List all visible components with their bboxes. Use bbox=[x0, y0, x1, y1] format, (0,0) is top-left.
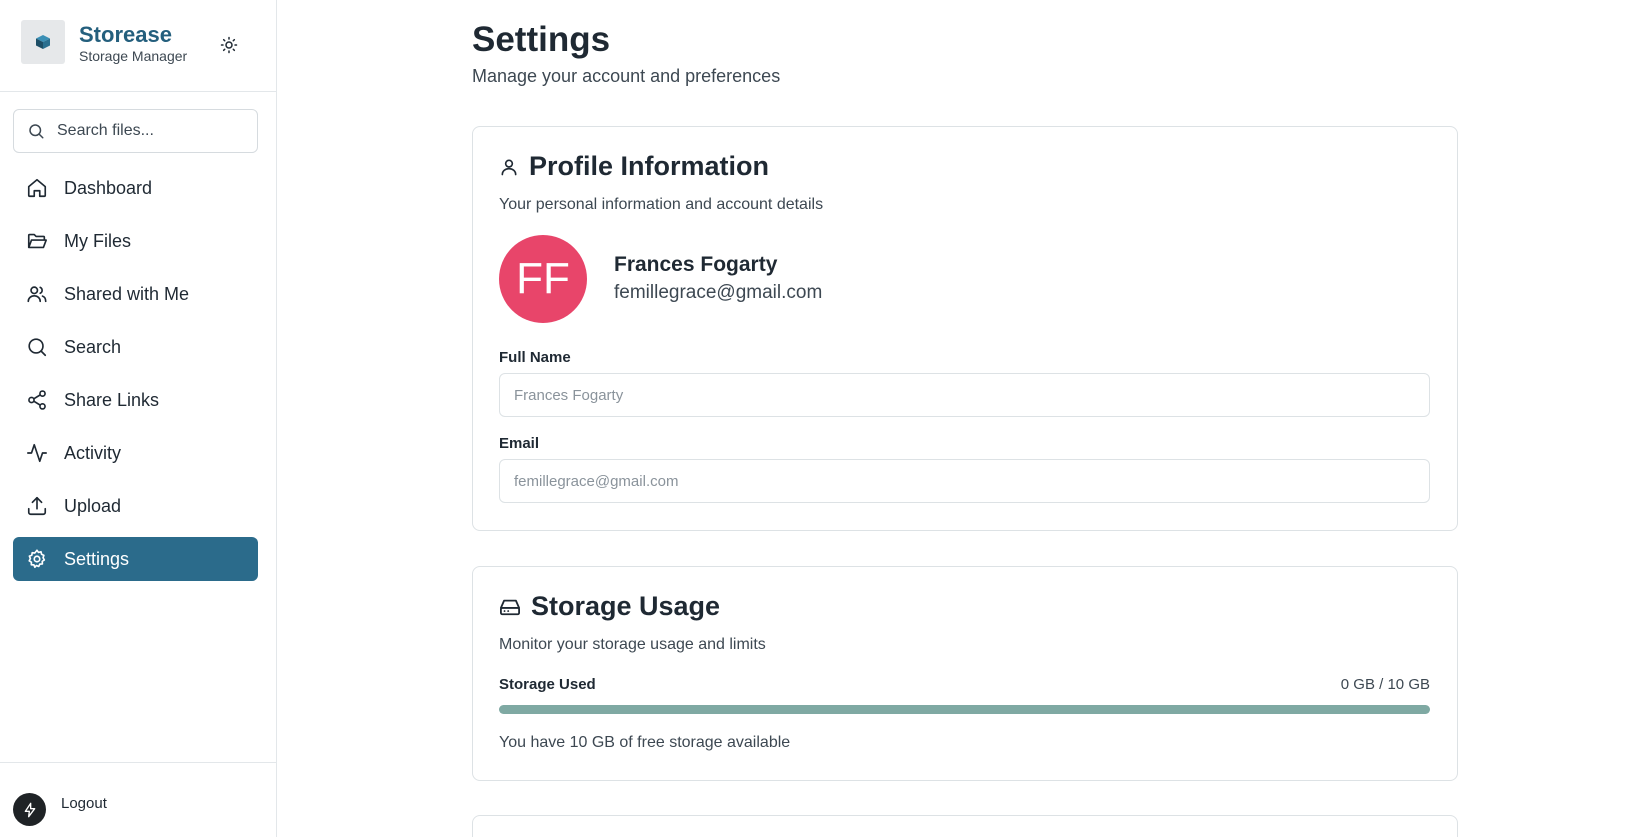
brand-header: Storease Storage Manager bbox=[0, 0, 276, 92]
users-icon bbox=[26, 283, 48, 305]
page-subtitle: Manage your account and preferences bbox=[472, 66, 781, 86]
sidebar-item-share-links[interactable]: Share Links bbox=[13, 378, 258, 422]
folder-open-icon bbox=[26, 230, 48, 252]
email-label: Email bbox=[499, 435, 540, 452]
full-name-field[interactable] bbox=[499, 373, 1430, 417]
page-title: Settings bbox=[472, 20, 611, 59]
user-icon bbox=[501, 159, 517, 175]
sidebar-item-my-files[interactable]: My Files bbox=[13, 219, 258, 263]
storage-progress-bar bbox=[499, 705, 1430, 714]
profile-card: Profile Information Your personal inform… bbox=[472, 126, 1458, 531]
storage-card-header: Storage Usage bbox=[499, 591, 720, 622]
cube-logo-icon bbox=[36, 35, 50, 49]
sidebar-item-upload[interactable]: Upload bbox=[13, 484, 258, 528]
main-content: Settings Manage your account and prefere… bbox=[278, 0, 1646, 837]
profile-card-header: Profile Information bbox=[499, 151, 769, 182]
sidebar: Storease Storage Manager Dashboard bbox=[0, 0, 277, 837]
storage-used-label: Storage Used bbox=[499, 676, 596, 693]
app-name: Storease bbox=[79, 22, 172, 47]
profile-email: femillegrace@gmail.com bbox=[614, 282, 823, 303]
sidebar-item-label: My Files bbox=[64, 230, 131, 251]
avatar: FF bbox=[499, 235, 587, 323]
theme-toggle-button[interactable] bbox=[216, 32, 242, 58]
share-icon bbox=[26, 389, 48, 411]
sidebar-footer: Logout bbox=[0, 762, 276, 837]
activity-icon bbox=[26, 442, 48, 464]
sidebar-item-label: Dashboard bbox=[64, 177, 153, 198]
hard-drive-icon bbox=[499, 599, 520, 615]
storage-card-description: Monitor your storage usage and limits bbox=[499, 636, 766, 653]
search-icon bbox=[26, 336, 48, 358]
sun-icon bbox=[220, 36, 238, 54]
search-icon bbox=[29, 124, 44, 139]
gear-icon bbox=[26, 548, 48, 570]
profile-name: Frances Fogarty bbox=[614, 253, 778, 276]
sidebar-search[interactable] bbox=[13, 109, 258, 153]
sidebar-item-label: Search bbox=[64, 336, 122, 357]
app-logo bbox=[21, 20, 65, 64]
storage-free-note: You have 10 GB of free storage available bbox=[499, 734, 791, 751]
sidebar-item-label: Upload bbox=[64, 495, 122, 516]
sidebar-item-label: Settings bbox=[64, 548, 130, 569]
sidebar-item-label: Share Links bbox=[64, 389, 160, 410]
sidebar-item-label: Activity bbox=[64, 442, 122, 463]
search-input[interactable] bbox=[57, 122, 247, 140]
storage-card-title: Storage Usage bbox=[531, 591, 721, 621]
full-name-label: Full Name bbox=[499, 349, 571, 366]
upload-icon bbox=[26, 495, 48, 517]
sidebar-item-search[interactable]: Search bbox=[13, 325, 258, 369]
app-subtitle: Storage Manager bbox=[79, 48, 188, 64]
sidebar-item-settings[interactable]: Settings bbox=[13, 537, 258, 581]
email-field[interactable] bbox=[499, 459, 1430, 503]
sidebar-item-dashboard[interactable]: Dashboard bbox=[13, 166, 258, 210]
sidebar-item-label: Shared with Me bbox=[64, 283, 190, 304]
next-settings-card bbox=[472, 815, 1458, 837]
sidebar-item-activity[interactable]: Activity bbox=[13, 431, 258, 475]
profile-card-title: Profile Information bbox=[529, 151, 770, 181]
storage-card: Storage Usage Monitor your storage usage… bbox=[472, 566, 1458, 781]
profile-card-description: Your personal information and account de… bbox=[499, 196, 824, 213]
sidebar-item-shared-with-me[interactable]: Shared with Me bbox=[13, 272, 258, 316]
home-icon bbox=[26, 177, 48, 199]
storage-used-value: 0 GB / 10 GB bbox=[1340, 676, 1430, 693]
logout-button[interactable]: Logout bbox=[61, 795, 107, 812]
bolt-icon[interactable] bbox=[13, 793, 46, 826]
sidebar-nav: Dashboard My Files Shared with Me Search… bbox=[13, 166, 258, 590]
